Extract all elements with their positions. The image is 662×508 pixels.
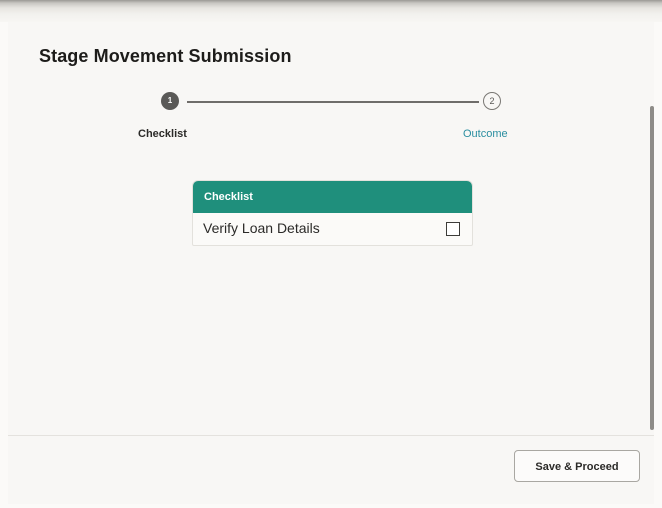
save-and-proceed-button[interactable]: Save & Proceed <box>514 450 640 482</box>
vertical-scrollbar[interactable] <box>650 106 654 430</box>
step-1-number: 1 <box>167 96 173 105</box>
step-2-indicator[interactable]: 2 <box>483 92 501 110</box>
checklist-item: Verify Loan Details <box>193 213 472 245</box>
checkbox-icon[interactable] <box>446 222 460 236</box>
stage-movement-dialog: Stage Movement Submission 1 2 Checklist … <box>8 22 654 504</box>
footer-divider <box>8 435 654 436</box>
step-1-label[interactable]: Checklist <box>138 128 187 140</box>
checklist-item-label: Verify Loan Details <box>203 220 320 236</box>
step-2-label[interactable]: Outcome <box>463 128 508 140</box>
checklist-card: Checklist Verify Loan Details <box>192 180 473 246</box>
top-shadow <box>0 0 662 22</box>
checklist-header: Checklist <box>193 181 472 213</box>
step-1-indicator[interactable]: 1 <box>161 92 179 110</box>
step-2-number: 2 <box>489 96 495 106</box>
train-connector-line <box>187 101 479 103</box>
dialog-title: Stage Movement Submission <box>39 46 292 66</box>
